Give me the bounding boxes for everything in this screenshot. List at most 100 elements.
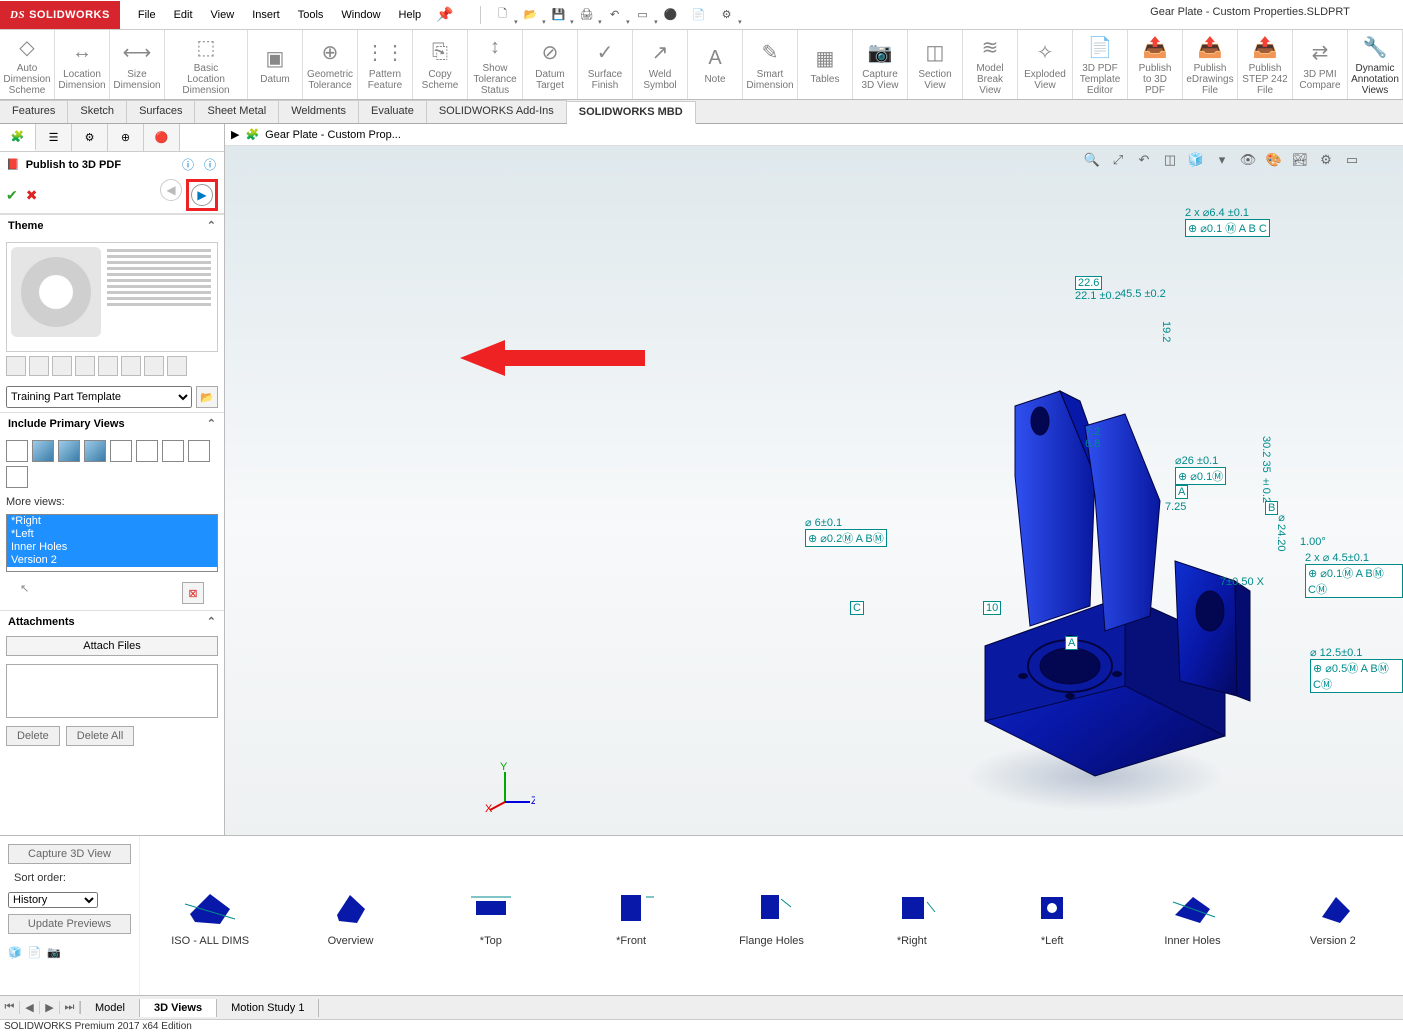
undo-button[interactable]: ↶ — [603, 4, 627, 26]
help2-icon[interactable]: ⓘ — [204, 156, 216, 173]
select-button[interactable]: ▭ — [631, 4, 655, 26]
breadcrumb-text[interactable]: Gear Plate - Custom Prop... — [265, 129, 401, 141]
attachments-header[interactable]: Attachments⌃ — [0, 610, 224, 632]
publish-step242-button[interactable]: 📤Publish STEP 242 File — [1238, 30, 1293, 99]
3d-part[interactable] — [945, 366, 1265, 786]
dim-7.25[interactable]: 7.25 — [1165, 501, 1186, 513]
sort-order-select[interactable]: History — [8, 892, 98, 908]
dim-30.2[interactable]: 30.2 35 ±0.2 — [1260, 436, 1272, 503]
list-item[interactable]: *Left — [7, 528, 217, 541]
apply-scene-icon[interactable]: 🏞 — [1289, 150, 1311, 170]
view-cube[interactable] — [188, 440, 210, 462]
attach-files-button[interactable]: Attach Files — [6, 636, 218, 656]
zoom-area-icon[interactable]: ⤢ — [1107, 150, 1129, 170]
update-previews-button[interactable]: Update Previews — [8, 914, 131, 934]
view-inner-holes[interactable]: Inner Holes — [1122, 836, 1262, 995]
dim-hole-6.4[interactable]: 2 x ⌀6.4 ±0.1⊕ ⌀0.1 Ⓜ A B C — [1185, 206, 1270, 237]
display-manager-tab[interactable]: 🔴 — [144, 124, 180, 151]
capture-3d-view-button[interactable]: 📷Capture 3D View — [853, 30, 908, 99]
pin-icon[interactable]: 📌 — [436, 6, 453, 23]
tab-3d-views[interactable]: 3D Views — [140, 999, 217, 1017]
3d-pdf-template-editor-button[interactable]: 📄3D PDF Template Editor — [1073, 30, 1128, 99]
view-cube[interactable] — [84, 440, 106, 462]
prev-tab-button[interactable]: ◀ — [20, 1001, 40, 1014]
dimxpert-manager-tab[interactable]: ⊕ — [108, 124, 144, 151]
toolbar-icon[interactable]: 📄 — [28, 946, 42, 959]
display-style-icon[interactable]: ▾ — [1211, 150, 1233, 170]
reference-triad[interactable]: Y X Z — [485, 762, 535, 815]
list-item[interactable]: *Right — [7, 515, 217, 528]
attachments-list[interactable] — [6, 664, 218, 718]
delete-all-button[interactable]: Delete All — [66, 726, 134, 746]
feature-manager-tab[interactable]: 🧩 — [0, 124, 36, 151]
datum-a[interactable]: A — [1065, 636, 1078, 650]
viewport-layout-icon[interactable]: ▭ — [1341, 150, 1363, 170]
view-iso-all-dims[interactable]: ISO - ALL DIMS — [140, 836, 280, 995]
location-dimension-button[interactable]: ↔Location Dimension — [55, 30, 110, 99]
prev-button[interactable]: ◀ — [160, 179, 182, 201]
theme-section-header[interactable]: Theme⌃ — [0, 214, 224, 236]
dynamic-annotation-views-button[interactable]: 🔧Dynamic Annotation Views — [1348, 30, 1403, 99]
view-overview[interactable]: Overview — [280, 836, 420, 995]
geometric-tolerance-button[interactable]: ⊕Geometric Tolerance — [303, 30, 358, 99]
dim-19.2[interactable]: 19.2 — [1160, 321, 1172, 342]
new-doc-button[interactable]: 🗋 — [491, 4, 515, 26]
model-break-view-button[interactable]: ≋Model Break View — [963, 30, 1018, 99]
tab-sketch[interactable]: Sketch — [68, 100, 127, 123]
size-dimension-button[interactable]: ⟷Size Dimension — [110, 30, 165, 99]
tab-sheet-metal[interactable]: Sheet Metal — [195, 100, 279, 123]
show-tolerance-status-button[interactable]: ↕Show Tolerance Status — [468, 30, 523, 99]
tab-evaluate[interactable]: Evaluate — [359, 100, 427, 123]
doc-props-button[interactable]: 📄 — [687, 4, 711, 26]
last-tab-button[interactable]: ⏭ — [60, 1001, 80, 1014]
dim-1deg[interactable]: 1.00° — [1300, 536, 1326, 548]
exploded-view-button[interactable]: ✧Exploded View — [1018, 30, 1073, 99]
list-item[interactable]: Version 2 — [7, 554, 217, 567]
tab-motion-study-1[interactable]: Motion Study 1 — [217, 999, 319, 1017]
3d-pmi-compare-button[interactable]: ⇄3D PMI Compare — [1293, 30, 1348, 99]
view-cube[interactable] — [58, 440, 80, 462]
template-select[interactable]: Training Part Template — [6, 386, 192, 408]
dim-hole-12.5[interactable]: ⌀ 12.5±0.1⊕ ⌀0.5Ⓜ A BⓂ CⓂ — [1310, 646, 1403, 693]
expand-tree-icon[interactable]: ▶ — [231, 128, 239, 141]
publish-edrawings-button[interactable]: 📤Publish eDrawings File — [1183, 30, 1238, 99]
pattern-feature-button[interactable]: ⋮⋮Pattern Feature — [358, 30, 413, 99]
toolbar-icon[interactable]: 🧊 — [8, 946, 22, 959]
view-top[interactable]: *Top — [421, 836, 561, 995]
view-cube[interactable] — [6, 466, 28, 488]
next-tab-button[interactable]: ▶ — [40, 1001, 60, 1014]
view-cube[interactable] — [6, 440, 28, 462]
property-manager-tab[interactable]: ☰ — [36, 124, 72, 151]
browse-template-button[interactable]: 📂 — [196, 386, 218, 408]
save-button[interactable]: 💾 — [547, 4, 571, 26]
datum-c[interactable]: C — [850, 601, 864, 615]
menu-insert[interactable]: Insert — [252, 9, 280, 21]
dim-24.20[interactable]: ⌀24.20 — [1275, 511, 1288, 552]
smart-dimension-button[interactable]: ✎Smart Dimension — [743, 30, 798, 99]
menu-file[interactable]: File — [138, 9, 156, 21]
view-front[interactable]: *Front — [561, 836, 701, 995]
first-tab-button[interactable]: ⏮ — [0, 1001, 20, 1014]
dim-7pm0.5[interactable]: 7±0.50 X — [1220, 576, 1264, 588]
datum-button[interactable]: ▣Datum — [248, 30, 303, 99]
previous-view-icon[interactable]: ↶ — [1133, 150, 1155, 170]
ok-button[interactable]: ✔ — [6, 187, 18, 204]
view-left[interactable]: *Left — [982, 836, 1122, 995]
dim-22.6[interactable]: 22.622.1 ±0.2 — [1075, 276, 1121, 302]
basic-location-dimension-button[interactable]: ⬚Basic Location Dimension — [165, 30, 248, 99]
rebuild-button[interactable]: ⚫ — [659, 4, 683, 26]
dim-10[interactable]: 10 — [983, 601, 1001, 615]
datum-target-button[interactable]: ⊘Datum Target — [523, 30, 578, 99]
section-view-icon[interactable]: ◫ — [1159, 150, 1181, 170]
surface-finish-button[interactable]: ✓Surface Finish — [578, 30, 633, 99]
menu-help[interactable]: Help — [399, 9, 422, 21]
view-right[interactable]: *Right — [842, 836, 982, 995]
menu-edit[interactable]: Edit — [174, 9, 193, 21]
dim-7.2[interactable]: 7.26.8 — [1085, 426, 1100, 450]
options-button[interactable]: ⚙ — [715, 4, 739, 26]
tab-surfaces[interactable]: Surfaces — [127, 100, 195, 123]
view-flange-holes[interactable]: Flange Holes — [701, 836, 841, 995]
view-version-2[interactable]: Version 2 — [1263, 836, 1403, 995]
zoom-fit-icon[interactable]: 🔍 — [1081, 150, 1103, 170]
tab-mbd[interactable]: SOLIDWORKS MBD — [567, 101, 696, 124]
